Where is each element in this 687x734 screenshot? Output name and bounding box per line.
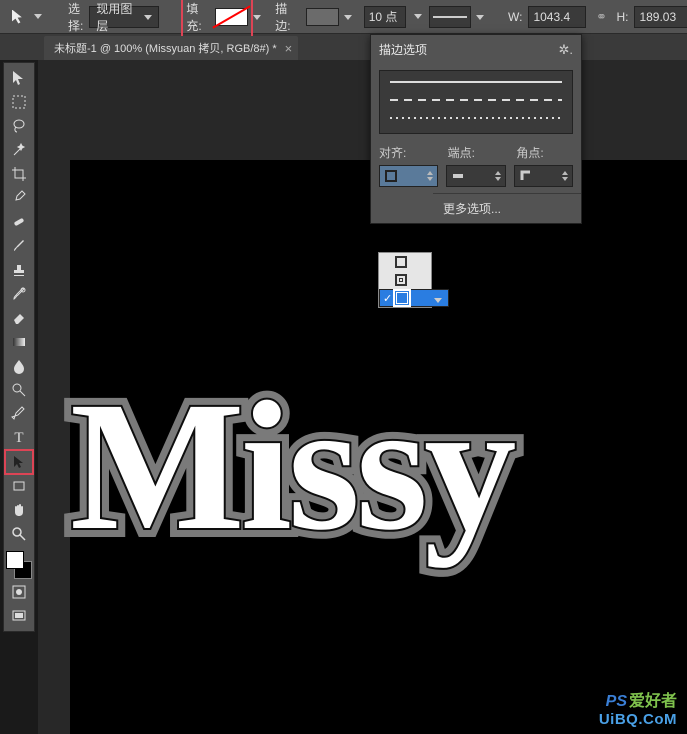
quickmask-tool[interactable] [6, 581, 32, 603]
foreground-swatch[interactable] [6, 551, 24, 569]
corner-select[interactable] [514, 165, 573, 187]
stroke-weight-dropdown-icon[interactable] [412, 14, 423, 19]
rectangle-tool[interactable] [6, 475, 32, 497]
align-inside-icon [384, 169, 398, 183]
color-swatches[interactable] [6, 551, 32, 579]
history-brush-tool[interactable] [6, 283, 32, 305]
cap-select[interactable] [446, 165, 505, 187]
zoom-tool[interactable] [6, 523, 32, 545]
brush-tool[interactable] [6, 235, 32, 257]
popover-title: 描边选项 [379, 41, 427, 58]
document-tab[interactable]: 未标题-1 @ 100% (Missyuan 拷贝, RGB/8#) * × [44, 36, 298, 60]
height-label: H: [616, 10, 628, 24]
close-tab-icon[interactable]: × [285, 41, 293, 56]
screen-mode-tool[interactable] [6, 605, 32, 627]
select-label: 选择: [68, 0, 83, 34]
link-icon[interactable]: ⚭ [592, 8, 610, 26]
gradient-tool[interactable] [6, 331, 32, 353]
hand-tool[interactable] [6, 499, 32, 521]
crop-tool[interactable] [6, 163, 32, 185]
fill-swatch-group: 填充: [183, 0, 250, 36]
document-tab-title: 未标题-1 @ 100% (Missyuan 拷贝, RGB/8#) * [54, 40, 277, 56]
options-bar: 选择: 现用图层 填充: 描边: 10 点 W: 1043.4 ⚭ H: 189… [0, 0, 687, 34]
pen-tool[interactable] [6, 403, 32, 425]
height-field[interactable]: 189.03 [634, 6, 687, 28]
stamp-tool[interactable] [6, 259, 32, 281]
canvas-area: Missy Missy Missy [38, 60, 687, 734]
tool-dropdown-icon[interactable] [32, 14, 44, 19]
select-layer-dropdown[interactable]: 现用图层 [89, 6, 159, 28]
width-label: W: [508, 10, 522, 24]
marquee-tool[interactable] [6, 91, 32, 113]
eraser-tool[interactable] [6, 307, 32, 329]
fill-swatch[interactable] [215, 8, 248, 26]
move-tool[interactable] [6, 67, 32, 89]
stroke-style-list[interactable] [379, 70, 573, 134]
document-tab-strip: 未标题-1 @ 100% (Missyuan 拷贝, RGB/8#) * × [0, 34, 687, 60]
dodge-tool[interactable] [6, 379, 32, 401]
align-option-outside[interactable] [379, 289, 449, 307]
tools-panel: T [3, 62, 35, 632]
align-option-inside[interactable] [379, 253, 431, 271]
type-tool[interactable]: T [6, 427, 32, 449]
stroke-options-popover: 描边选项 ✲. 对齐: 端点: 角点: 更多选项... [370, 34, 582, 224]
magic-wand-tool[interactable] [6, 139, 32, 161]
corner-label: 角点: [516, 144, 573, 161]
stroke-solid[interactable] [390, 81, 562, 83]
document-canvas[interactable]: Missy Missy Missy [70, 160, 687, 734]
watermark: PS爱好者 UiBQ.CoM [599, 687, 677, 728]
path-selection-tool[interactable] [6, 451, 32, 473]
corner-miter-icon [519, 169, 533, 183]
fill-label: 填充: [186, 0, 211, 34]
stroke-weight-field[interactable]: 10 点 [364, 6, 407, 28]
align-dropdown [378, 252, 432, 308]
stroke-dashed[interactable] [390, 99, 562, 101]
arrow-tool-icon [12, 10, 26, 24]
cap-label: 端点: [448, 144, 505, 161]
align-select[interactable] [379, 165, 438, 187]
more-options-button[interactable]: 更多选项... [433, 193, 581, 223]
cap-butt-icon [451, 169, 465, 183]
eyedropper-tool[interactable] [6, 187, 32, 209]
stroke-swatch[interactable] [306, 8, 339, 26]
stroke-dotted[interactable] [390, 117, 562, 119]
stroke-style-preview[interactable] [429, 6, 471, 28]
align-label: 对齐: [379, 144, 436, 161]
lasso-tool[interactable] [6, 115, 32, 137]
align-option-center[interactable] [379, 271, 431, 289]
blur-tool[interactable] [6, 355, 32, 377]
healing-tool[interactable] [6, 211, 32, 233]
stroke-label: 描边: [275, 0, 300, 34]
gear-icon[interactable]: ✲. [558, 42, 573, 58]
width-field[interactable]: 1043.4 [528, 6, 586, 28]
